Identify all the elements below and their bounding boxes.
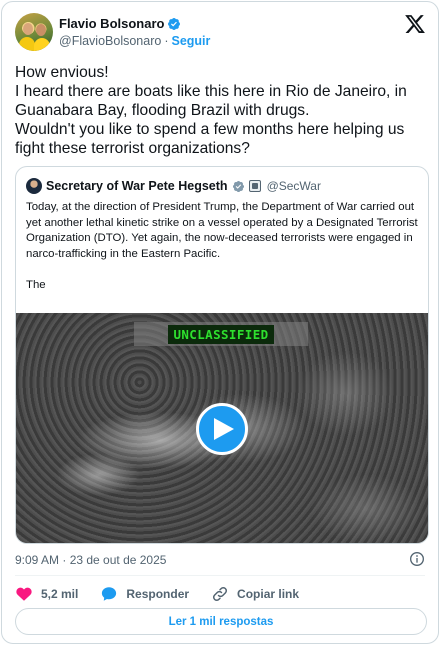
author-avatar[interactable] bbox=[15, 13, 53, 51]
quoted-post[interactable]: Secretary of War Pete Hegseth @SecWar To… bbox=[15, 166, 429, 544]
quoted-post-text: Today, at the direction of President Tru… bbox=[26, 201, 418, 291]
avatar-shirt-right bbox=[34, 38, 50, 51]
verified-badge-icon bbox=[168, 17, 181, 30]
tweet-embed-card: Flavio Bolsonaro @FlavioBolsonaro · Segu… bbox=[1, 1, 439, 644]
read-replies-button[interactable]: Ler 1 mil respostas bbox=[15, 608, 427, 635]
reply-bubble-icon bbox=[102, 587, 117, 601]
author-display-name[interactable]: Flavio Bolsonaro bbox=[59, 16, 164, 31]
follow-link[interactable]: Seguir bbox=[172, 34, 211, 48]
government-affiliation-icon bbox=[248, 180, 261, 192]
heart-icon bbox=[16, 587, 32, 601]
avatar-face-left bbox=[23, 23, 33, 35]
avatar-shirt-left bbox=[19, 37, 35, 51]
author-handle[interactable]: @FlavioBolsonaro bbox=[59, 34, 161, 48]
video-player[interactable]: UNCLASSIFIED bbox=[16, 313, 428, 543]
play-button[interactable] bbox=[196, 403, 248, 455]
verified-badge-icon bbox=[232, 180, 244, 192]
quoted-post-header: Secretary of War Pete Hegseth @SecWar bbox=[26, 178, 321, 194]
divider bbox=[15, 575, 425, 576]
info-icon[interactable] bbox=[409, 551, 425, 567]
reply-button[interactable]: Responder bbox=[100, 585, 189, 603]
handle-separator: · bbox=[164, 34, 169, 48]
x-logo-icon[interactable] bbox=[404, 13, 426, 35]
post-timestamp[interactable]: 9:09 AM · 23 de out de 2025 bbox=[15, 553, 166, 567]
author-name-row: Flavio Bolsonaro bbox=[59, 16, 181, 31]
tweet-header: Flavio Bolsonaro @FlavioBolsonaro · Segu… bbox=[15, 13, 426, 53]
author-handle-row: @FlavioBolsonaro · Seguir bbox=[59, 34, 210, 48]
video-banner: UNCLASSIFIED bbox=[134, 322, 308, 346]
quoted-author-avatar bbox=[26, 178, 42, 194]
like-count: 5,2 mil bbox=[41, 587, 79, 601]
reply-label: Responder bbox=[126, 587, 190, 601]
play-icon bbox=[214, 418, 234, 440]
copy-link-label: Copiar link bbox=[237, 587, 300, 601]
link-icon bbox=[213, 586, 228, 602]
quoted-author-name: Secretary of War Pete Hegseth bbox=[46, 179, 228, 193]
unclassified-label: UNCLASSIFIED bbox=[168, 324, 274, 344]
avatar-face-right bbox=[36, 24, 46, 36]
quoted-author-handle: @SecWar bbox=[266, 179, 321, 193]
copy-link-button[interactable]: Copiar link bbox=[211, 585, 299, 603]
post-text: How envious! I heard there are boats lik… bbox=[15, 64, 407, 157]
action-bar: 5,2 mil Responder Copiar link bbox=[15, 584, 321, 604]
like-button[interactable]: 5,2 mil bbox=[15, 585, 78, 603]
